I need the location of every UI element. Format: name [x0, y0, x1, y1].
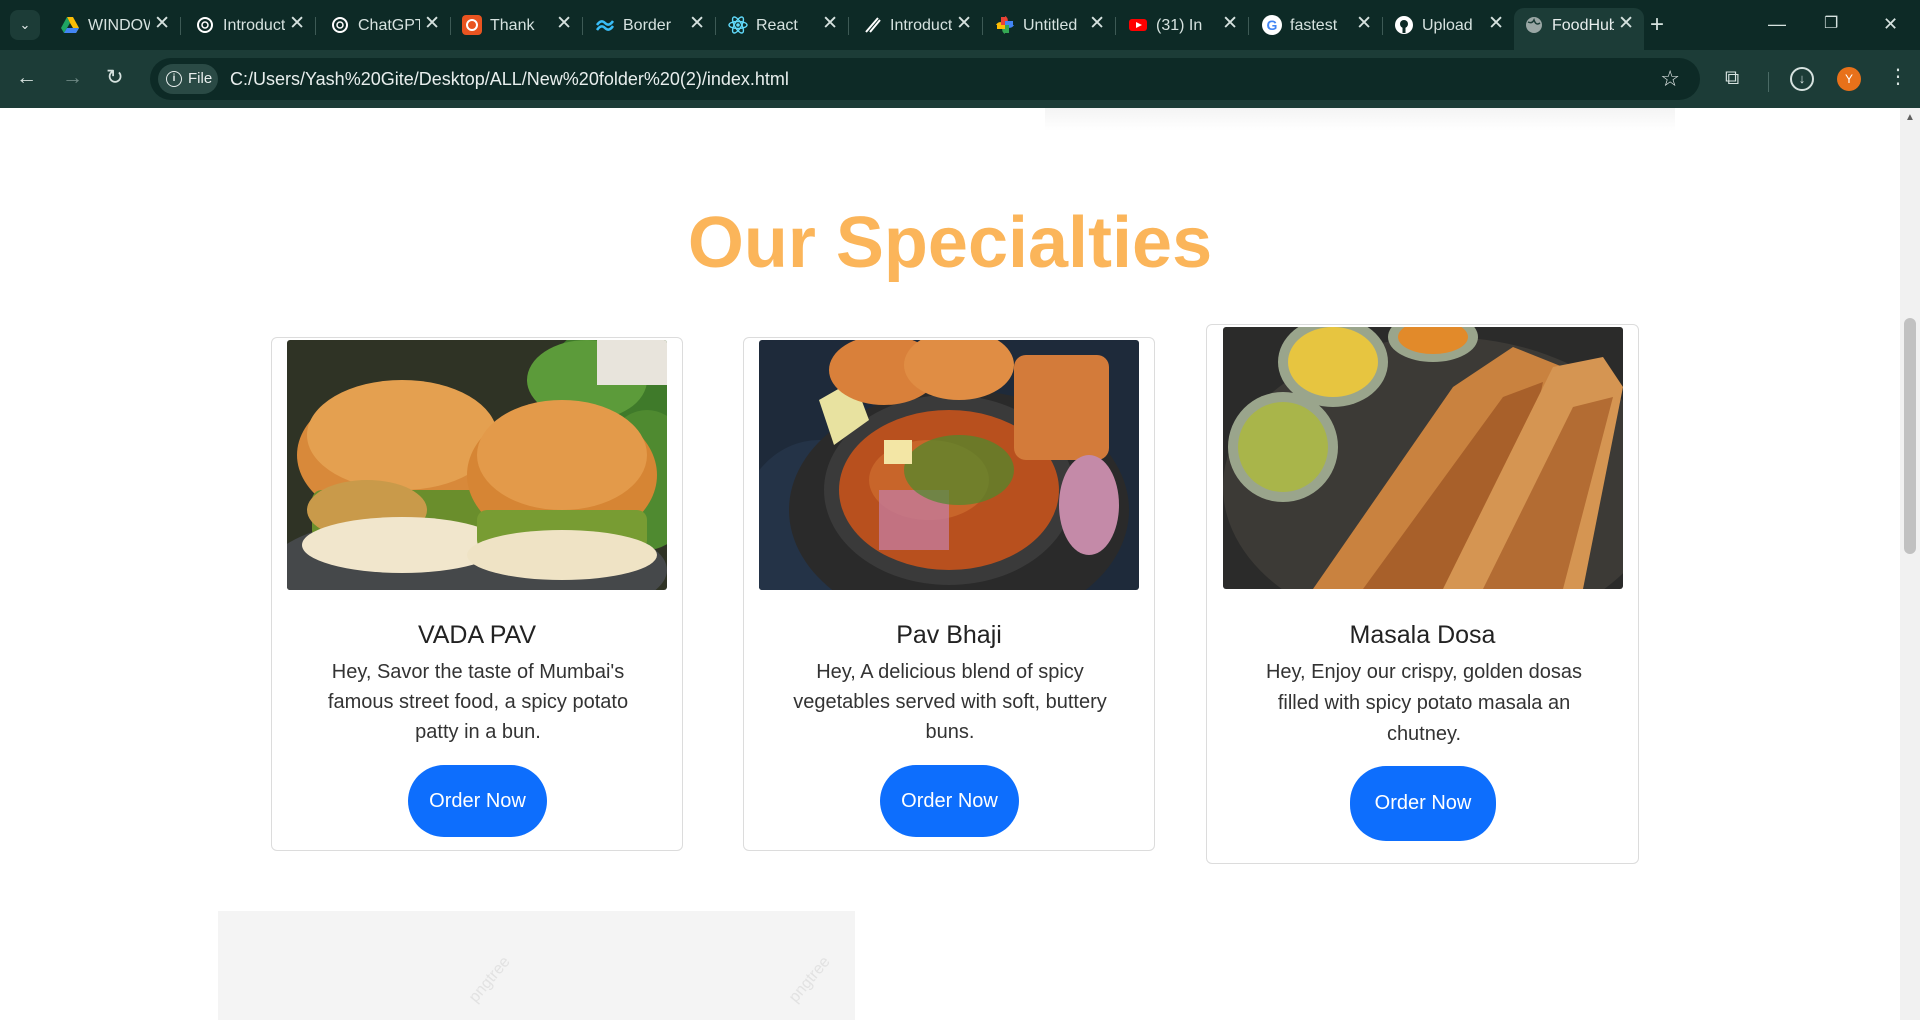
tab-10[interactable]: Upload ✕ [1384, 8, 1514, 42]
next-section-image-placeholder: pngtree pngtree [218, 911, 855, 1020]
site-info-chip[interactable]: i File [158, 64, 218, 94]
watermark-text: pngtree [465, 953, 514, 1006]
extensions-icon[interactable]: ⧉ [1725, 66, 1739, 90]
close-tab-icon[interactable]: ✕ [1488, 14, 1504, 34]
openai-icon [195, 15, 215, 35]
slash-icon [862, 15, 882, 35]
close-tab-icon[interactable]: ✕ [424, 14, 440, 34]
card-description: Hey, Savor the taste of Mumbai's famous … [327, 661, 629, 743]
specialty-card-pav-bhaji: Pav Bhaji Hey, A delicious blend of spic… [743, 337, 1155, 851]
react-icon [728, 15, 748, 35]
page-scrollbar[interactable]: ▲ [1900, 108, 1920, 1020]
tab-5[interactable]: React ✕ [718, 8, 849, 42]
card-title: VADA PAV [417, 621, 537, 649]
page-viewport: Our Specialties VADA PAV Hey, Savor the … [0, 108, 1900, 1020]
ubuntu-icon [462, 15, 482, 35]
download-icon[interactable]: ↓ [1790, 67, 1814, 91]
close-tab-icon[interactable]: ✕ [1618, 14, 1634, 34]
pav-bhaji-image [759, 340, 1139, 590]
github-icon [1394, 15, 1414, 35]
minimize-icon[interactable]: — [1768, 12, 1786, 36]
specialty-card-masala-dosa: Masala Dosa Hey, Enjoy our crispy, golde… [1206, 324, 1639, 864]
bookmark-star-icon[interactable]: ☆ [1660, 67, 1680, 91]
google-icon: G [1262, 15, 1282, 35]
close-tab-icon[interactable]: ✕ [956, 14, 972, 34]
order-now-button[interactable]: Order Now [408, 765, 547, 837]
close-tab-icon[interactable]: ✕ [1089, 14, 1105, 34]
info-icon: i [166, 71, 182, 87]
menu-kebab-icon[interactable]: ⋮ [1888, 65, 1908, 89]
card-title: Masala Dosa [1349, 621, 1496, 649]
close-tab-icon[interactable]: ✕ [289, 14, 305, 34]
card-title: Pav Bhaji [896, 621, 1002, 649]
watermark-text: pngtree [785, 953, 834, 1006]
tab-8[interactable]: (31) In ✕ [1118, 8, 1249, 42]
url-text[interactable]: C:/Users/Yash%20Gite/Desktop/ALL/New%20f… [230, 69, 789, 90]
close-tab-icon[interactable]: ✕ [556, 14, 572, 34]
tab-1[interactable]: Introduction ✕ [185, 8, 316, 42]
new-tab-button[interactable]: + [1650, 12, 1664, 38]
scroll-up-arrow-icon[interactable]: ▲ [1900, 112, 1920, 123]
previous-section-edge [1045, 108, 1675, 131]
globe-icon [1524, 15, 1544, 35]
section-title: Our Specialties [687, 203, 1213, 283]
tab-7[interactable]: Untitled ✕ [985, 8, 1116, 42]
google-drive-icon [60, 15, 80, 35]
browser-tab-strip: ⌄ WINDOWS ✕ Introduction ✕ ChatGPT ✕ Tha… [0, 0, 1920, 50]
tab-6[interactable]: Introduction ✕ [852, 8, 983, 42]
svg-text:G: G [1267, 17, 1278, 33]
openai-icon [330, 15, 350, 35]
tab-9[interactable]: G fastest ✕ [1252, 8, 1383, 42]
browser-toolbar: ← → ↻ i File C:/Users/Yash%20Gite/Deskto… [0, 50, 1920, 108]
back-arrow-icon[interactable]: ← [16, 66, 37, 90]
tab-search-icon[interactable]: ⌄ [10, 10, 40, 40]
address-bar[interactable]: i File C:/Users/Yash%20Gite/Desktop/ALL/… [150, 58, 1700, 100]
tab-2[interactable]: ChatGPT ✕ [320, 8, 451, 42]
close-tab-icon[interactable]: ✕ [1356, 14, 1372, 34]
restore-icon[interactable]: ❐ [1824, 12, 1838, 36]
tab-4[interactable]: Border ✕ [585, 8, 716, 42]
close-tab-icon[interactable]: ✕ [822, 14, 838, 34]
close-tab-icon[interactable]: ✕ [1222, 14, 1238, 34]
tailwind-icon [595, 15, 615, 35]
close-tab-icon[interactable]: ✕ [154, 14, 170, 34]
forward-arrow-icon[interactable]: → [62, 66, 83, 90]
scrollbar-thumb[interactable] [1904, 318, 1916, 554]
card-description: Hey, A delicious blend of spicy vegetabl… [793, 661, 1107, 743]
close-window-icon[interactable]: ✕ [1883, 12, 1898, 36]
masala-dosa-image [1223, 327, 1623, 589]
pinwheel-icon [995, 15, 1015, 35]
close-tab-icon[interactable]: ✕ [689, 14, 705, 34]
tab-3[interactable]: Thank ✕ [452, 8, 583, 42]
reload-icon[interactable]: ↻ [106, 66, 124, 90]
profile-avatar[interactable]: Y [1837, 67, 1861, 91]
tab-0[interactable]: WINDOWS ✕ [50, 8, 181, 42]
vada-pav-image [287, 340, 667, 590]
tab-11-active[interactable]: FoodHub ✕ [1514, 8, 1644, 50]
card-description: Hey, Enjoy our crispy, golden dosas fill… [1265, 661, 1583, 745]
specialty-card-vada-pav: VADA PAV Hey, Savor the taste of Mumbai'… [271, 337, 683, 851]
order-now-button[interactable]: Order Now [1350, 766, 1496, 841]
youtube-icon [1128, 15, 1148, 35]
order-now-button[interactable]: Order Now [880, 765, 1019, 837]
